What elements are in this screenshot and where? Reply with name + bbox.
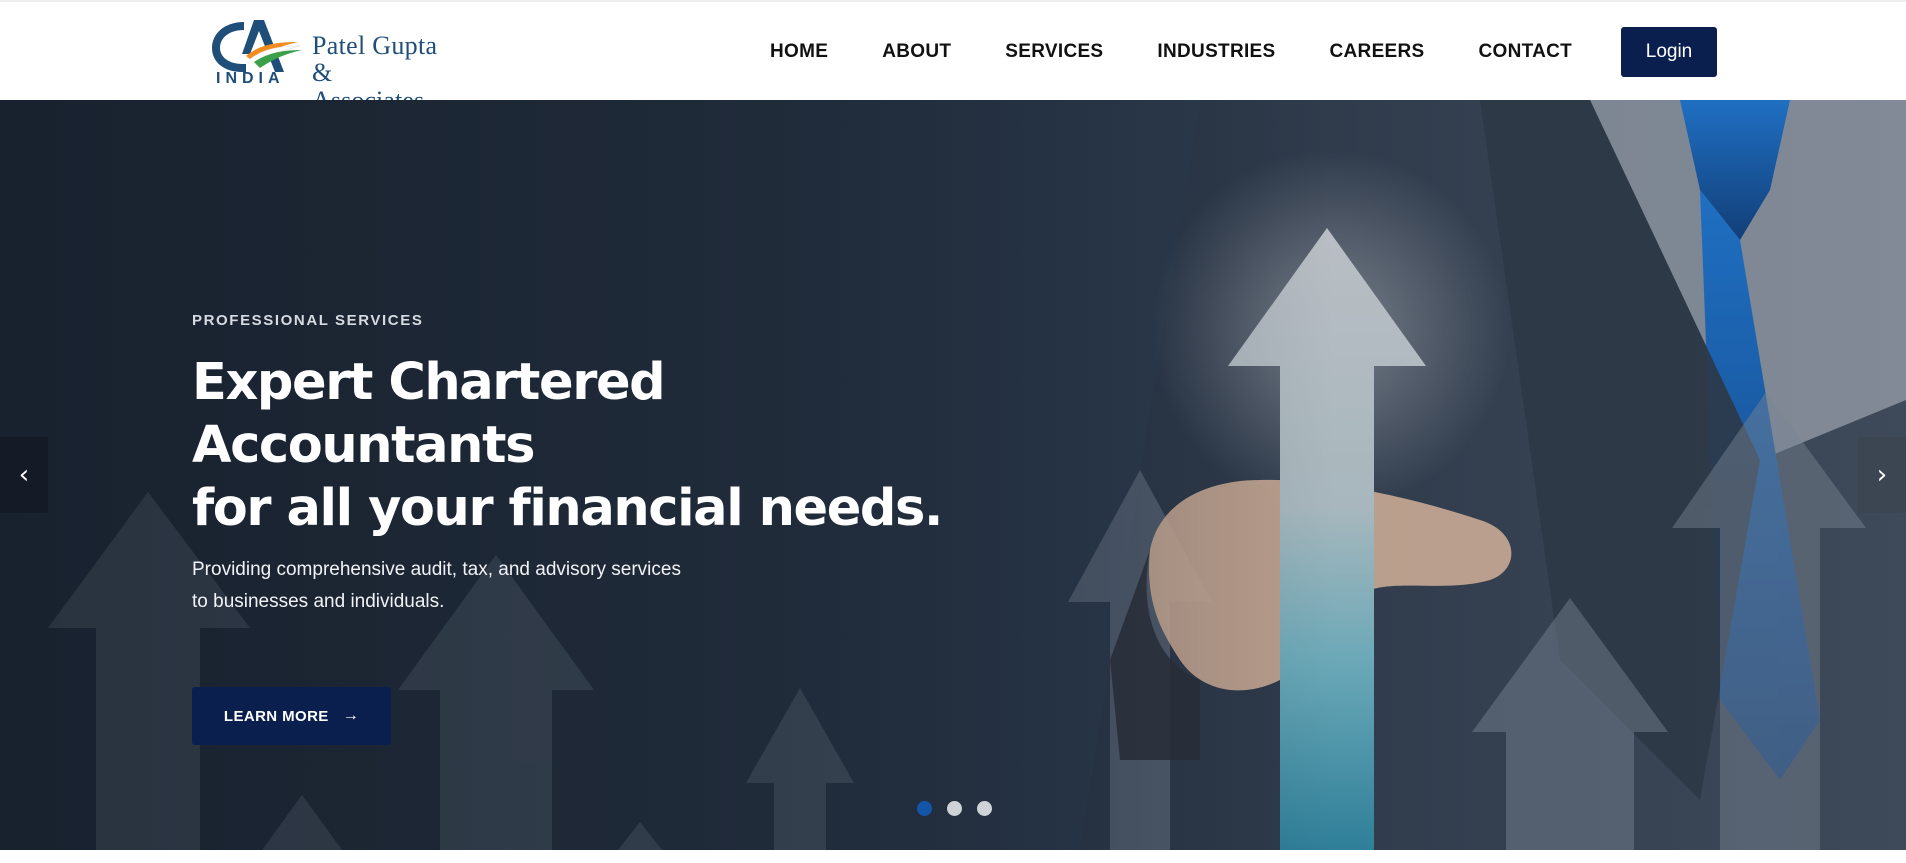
hero-eyebrow: PROFESSIONAL SERVICES	[192, 312, 424, 329]
chevron-left-icon: ‹	[18, 460, 30, 490]
hero-content: PROFESSIONAL SERVICES Expert Chartered A…	[192, 312, 1012, 745]
hero-subtext-line2: to businesses and individuals.	[192, 591, 445, 612]
hero-subtext-line1: Providing comprehensive audit, tax, and …	[192, 559, 681, 580]
nav-item-industries[interactable]: INDUSTRIES	[1157, 41, 1275, 63]
hero-subtext: Providing comprehensive audit, tax, and …	[192, 554, 712, 618]
hero-headline-line1: Expert Chartered Accountants	[192, 353, 666, 475]
hero-headline: Expert Chartered Accountants for all you…	[192, 351, 1012, 540]
login-button[interactable]: Login	[1621, 27, 1717, 77]
nav-item-careers[interactable]: CAREERS	[1330, 41, 1425, 63]
site-header: INDIA Patel Gupta & Associates HOME ABOU…	[0, 0, 1906, 114]
main-nav: HOME ABOUT SERVICES INDUSTRIES CAREERS C…	[770, 2, 1572, 102]
logo-name-line1: Patel Gupta	[312, 31, 438, 60]
hero-slider: PROFESSIONAL SERVICES Expert Chartered A…	[0, 100, 1906, 850]
nav-item-home[interactable]: HOME	[770, 41, 828, 63]
slider-dot-1[interactable]	[917, 801, 932, 816]
slider-dot-2[interactable]	[947, 801, 962, 816]
site-logo[interactable]: INDIA Patel Gupta & Associates	[206, 10, 446, 114]
slider-next-button[interactable]: ›	[1858, 437, 1906, 513]
arrow-right-icon: →	[342, 707, 360, 724]
learn-more-button[interactable]: LEARN MORE →	[192, 687, 391, 745]
nav-item-about[interactable]: ABOUT	[882, 41, 951, 63]
slider-pagination	[917, 801, 1007, 816]
slider-dot-3[interactable]	[977, 801, 992, 816]
logo-country-text: INDIA	[216, 70, 285, 87]
section-divider	[0, 850, 1906, 863]
hero-headline-line2: for all your financial needs.	[192, 479, 943, 538]
nav-item-contact[interactable]: CONTACT	[1479, 41, 1573, 63]
nav-item-services[interactable]: SERVICES	[1005, 41, 1103, 63]
slider-prev-button[interactable]: ‹	[0, 437, 48, 513]
learn-more-label: LEARN MORE	[223, 707, 329, 725]
chevron-right-icon: ›	[1876, 460, 1888, 490]
